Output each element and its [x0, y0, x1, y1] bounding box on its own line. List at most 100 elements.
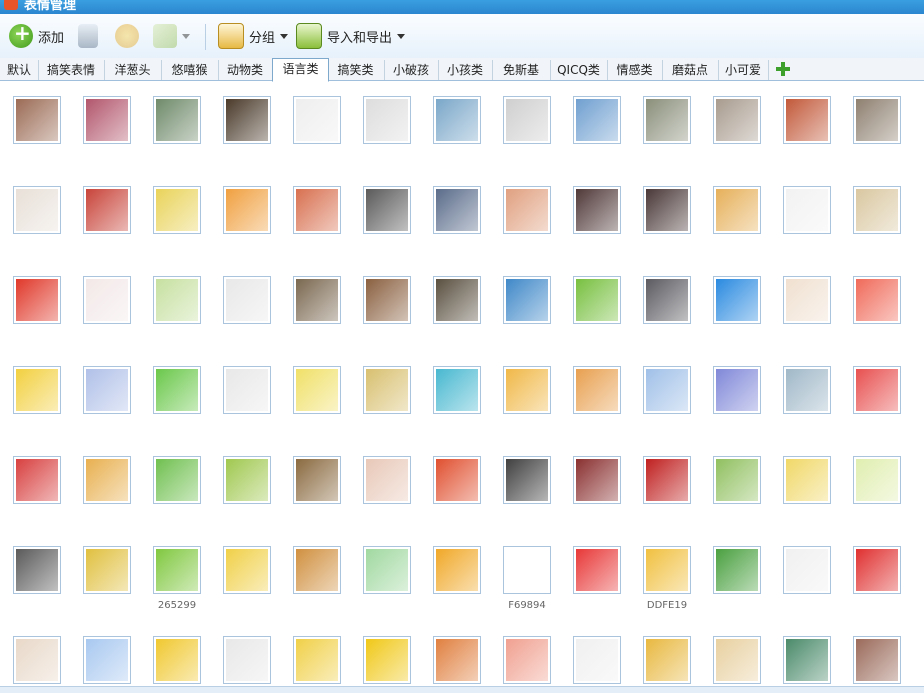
emoji-thumbnail[interactable]	[363, 546, 411, 594]
emoji-thumbnail[interactable]	[153, 546, 201, 594]
emoji-thumbnail[interactable]	[503, 546, 551, 594]
tab-1[interactable]: 搞笑表情	[38, 60, 105, 80]
emoji-thumbnail[interactable]	[363, 366, 411, 414]
emoji-thumbnail[interactable]	[783, 96, 831, 144]
emoji-thumbnail[interactable]	[573, 366, 621, 414]
emoji-thumbnail[interactable]	[433, 186, 481, 234]
tab-5[interactable]: 语言类	[272, 58, 329, 82]
emoji-thumbnail[interactable]	[223, 366, 271, 414]
group-button[interactable]: 分组	[218, 22, 289, 50]
emoji-thumbnail[interactable]	[573, 456, 621, 504]
emoji-thumbnail[interactable]	[853, 546, 901, 594]
tab-10[interactable]: QICQ类	[550, 60, 608, 80]
add-button[interactable]: 添加	[9, 21, 64, 50]
emoji-thumbnail[interactable]	[643, 276, 691, 324]
emoji-thumbnail[interactable]	[573, 276, 621, 324]
emoji-thumbnail[interactable]	[83, 276, 131, 324]
emoji-thumbnail[interactable]	[853, 276, 901, 324]
emoji-thumbnail[interactable]	[153, 366, 201, 414]
tab-12[interactable]: 磨菇点	[662, 60, 719, 80]
emoji-thumbnail[interactable]	[783, 546, 831, 594]
emoji-thumbnail[interactable]	[83, 546, 131, 594]
emoji-thumbnail[interactable]	[783, 636, 831, 684]
tab-3[interactable]: 悠嘻猴	[161, 60, 219, 80]
tab-7[interactable]: 小破孩	[384, 60, 439, 80]
emoji-thumbnail[interactable]	[293, 636, 341, 684]
emoji-thumbnail[interactable]	[293, 366, 341, 414]
emoji-thumbnail[interactable]	[13, 456, 61, 504]
emoji-thumbnail[interactable]	[293, 546, 341, 594]
emoji-thumbnail[interactable]	[13, 186, 61, 234]
emoji-thumbnail[interactable]	[713, 546, 761, 594]
tab-4[interactable]: 动物类	[218, 60, 273, 80]
emoji-thumbnail[interactable]	[643, 96, 691, 144]
emoji-thumbnail[interactable]	[643, 546, 691, 594]
emoji-thumbnail[interactable]	[573, 546, 621, 594]
emoji-thumbnail[interactable]	[13, 276, 61, 324]
emoji-thumbnail[interactable]	[783, 276, 831, 324]
emoji-thumbnail[interactable]	[223, 96, 271, 144]
emoji-thumbnail[interactable]	[153, 456, 201, 504]
emoji-thumbnail[interactable]	[293, 456, 341, 504]
emoji-thumbnail[interactable]	[223, 456, 271, 504]
emoji-thumbnail[interactable]	[573, 636, 621, 684]
add-tab-icon[interactable]	[775, 61, 791, 77]
tab-13[interactable]: 小可爱	[718, 60, 769, 80]
emoji-thumbnail[interactable]	[433, 276, 481, 324]
emoji-thumbnail[interactable]	[783, 366, 831, 414]
emoji-thumbnail[interactable]	[853, 456, 901, 504]
tab-2[interactable]: 洋葱头	[104, 60, 162, 80]
emoji-thumbnail[interactable]	[503, 186, 551, 234]
emoji-thumbnail[interactable]	[503, 366, 551, 414]
emoji-thumbnail[interactable]	[153, 96, 201, 144]
emoji-thumbnail[interactable]	[573, 186, 621, 234]
emoji-thumbnail[interactable]	[643, 366, 691, 414]
tab-11[interactable]: 情感类	[607, 60, 663, 80]
emoji-thumbnail[interactable]	[293, 186, 341, 234]
emoji-thumbnail[interactable]	[13, 546, 61, 594]
emoji-thumbnail[interactable]	[13, 366, 61, 414]
emoji-thumbnail[interactable]	[573, 96, 621, 144]
emoji-thumbnail[interactable]	[223, 546, 271, 594]
emoji-thumbnail[interactable]	[363, 186, 411, 234]
emoji-thumbnail[interactable]	[433, 96, 481, 144]
tab-0[interactable]: 默认	[0, 60, 39, 80]
tab-8[interactable]: 小孩类	[438, 60, 493, 80]
emoji-thumbnail[interactable]	[433, 546, 481, 594]
emoji-thumbnail[interactable]	[643, 186, 691, 234]
emoji-thumbnail[interactable]	[713, 96, 761, 144]
tab-9[interactable]: 免斯基	[492, 60, 551, 80]
emoji-thumbnail[interactable]	[433, 366, 481, 414]
emoji-thumbnail[interactable]	[293, 96, 341, 144]
emoji-thumbnail[interactable]	[853, 636, 901, 684]
import-export-button[interactable]: 导入和导出	[296, 22, 406, 50]
emoji-thumbnail[interactable]	[713, 456, 761, 504]
emoji-thumbnail[interactable]	[293, 276, 341, 324]
emoji-thumbnail[interactable]	[503, 96, 551, 144]
emoji-thumbnail[interactable]	[223, 636, 271, 684]
image-button[interactable]	[153, 22, 190, 50]
face-button[interactable]	[115, 22, 139, 50]
emoji-thumbnail[interactable]	[433, 456, 481, 504]
emoji-thumbnail[interactable]	[83, 636, 131, 684]
emoji-thumbnail[interactable]	[853, 366, 901, 414]
emoji-thumbnail[interactable]	[643, 456, 691, 504]
file-button[interactable]	[78, 22, 98, 50]
emoji-thumbnail[interactable]	[83, 96, 131, 144]
emoji-thumbnail[interactable]	[223, 186, 271, 234]
emoji-thumbnail[interactable]	[433, 636, 481, 684]
emoji-thumbnail[interactable]	[363, 636, 411, 684]
emoji-thumbnail[interactable]	[643, 636, 691, 684]
emoji-thumbnail[interactable]	[713, 276, 761, 324]
emoji-thumbnail[interactable]	[713, 186, 761, 234]
emoji-thumbnail[interactable]	[13, 636, 61, 684]
emoji-thumbnail[interactable]	[153, 636, 201, 684]
tab-6[interactable]: 搞笑类	[327, 60, 385, 80]
emoji-thumbnail[interactable]	[363, 96, 411, 144]
emoji-thumbnail[interactable]	[503, 276, 551, 324]
emoji-thumbnail[interactable]	[13, 96, 61, 144]
emoji-thumbnail[interactable]	[363, 456, 411, 504]
emoji-thumbnail[interactable]	[713, 366, 761, 414]
emoji-thumbnail[interactable]	[783, 456, 831, 504]
emoji-thumbnail[interactable]	[853, 96, 901, 144]
